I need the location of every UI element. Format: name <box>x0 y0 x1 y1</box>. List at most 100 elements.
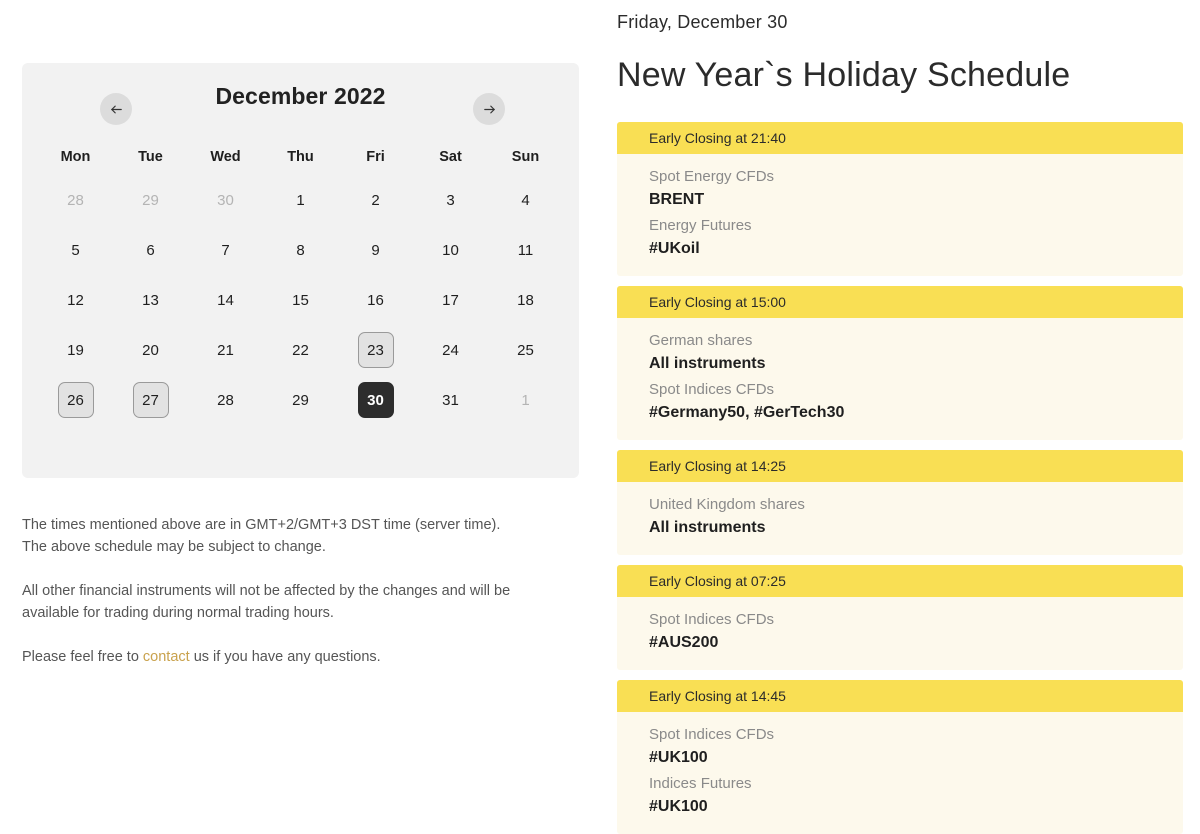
calendar-day-17[interactable]: 17 <box>433 282 469 318</box>
weekday-label: Wed <box>210 149 241 165</box>
calendar-day-26-marked[interactable]: 26 <box>57 382 94 418</box>
calendar-day-cell: 6 <box>113 232 188 268</box>
contact-link[interactable]: contact <box>143 649 190 665</box>
calendar-day-1-muted[interactable]: 1 <box>508 382 544 418</box>
schedule-entry: Spot Indices CFDs #UK100 <box>649 724 1183 769</box>
calendar-day-11[interactable]: 11 <box>508 232 544 268</box>
schedule-card-time: Early Closing at 07:25 <box>617 565 1183 597</box>
calendar-day-cell: 8 <box>263 232 338 268</box>
calendar-day-9[interactable]: 9 <box>358 232 394 268</box>
calendar-day-cell: 3 <box>413 182 488 218</box>
schedule-entry-category: Spot Indices CFDs <box>649 726 775 743</box>
previous-month-button[interactable] <box>100 93 132 125</box>
calendar-day-29-muted[interactable]: 29 <box>133 182 169 218</box>
calendar-day-20[interactable]: 20 <box>133 332 169 368</box>
calendar-day-23-marked[interactable]: 23 <box>357 332 394 368</box>
calendar-day-cell: 17 <box>413 282 488 318</box>
calendar-day-cell: 5 <box>38 232 113 268</box>
calendar-month-title: December 2022 <box>215 82 386 109</box>
calendar-day-cell: 29 <box>263 382 338 418</box>
calendar-day-2[interactable]: 2 <box>358 182 394 218</box>
calendar-day-cell: 22 <box>263 332 338 368</box>
calendar-day-5[interactable]: 5 <box>58 232 94 268</box>
calendar-day-1[interactable]: 1 <box>283 182 319 218</box>
schedule-card-time: Early Closing at 14:45 <box>617 680 1183 712</box>
calendar-day-24[interactable]: 24 <box>433 332 469 368</box>
calendar-day-13[interactable]: 13 <box>133 282 169 318</box>
calendar-day-30-muted[interactable]: 30 <box>208 182 244 218</box>
holiday-schedule-page: December 2022 Mon Tue Wed Thu Fri Sat Su… <box>0 0 1200 834</box>
calendar-panel: December 2022 Mon Tue Wed Thu Fri Sat Su… <box>22 63 579 478</box>
schedule-card-body: Spot Indices CFDs #UK100 Indices Futures #U… <box>617 712 1183 834</box>
calendar-day-cell: 23 <box>338 332 413 368</box>
schedule-entry-instrument: #AUS200 <box>649 634 719 651</box>
schedule-date: Friday, December 30 <box>617 12 788 32</box>
schedule-card: Early Closing at 14:25 United Kingdom sha… <box>617 450 1183 555</box>
calendar-day-cell: 14 <box>188 282 263 318</box>
schedule-card-body: Spot Energy CFDs BRENT Energy Futures #UKoi… <box>617 154 1183 276</box>
schedule-entry: German shares All instruments <box>649 330 1183 375</box>
schedule-entry: United Kingdom shares All instruments <box>649 494 1183 539</box>
calendar-day-27-marked[interactable]: 27 <box>132 382 169 418</box>
schedule-card: Early Closing at 15:00 German shares All i… <box>617 286 1183 440</box>
next-month-button[interactable] <box>473 93 505 125</box>
calendar-day-cell: 9 <box>338 232 413 268</box>
calendar-day-21[interactable]: 21 <box>208 332 244 368</box>
schedule-entry: Spot Indices CFDs #AUS200 <box>649 609 1183 654</box>
schedule-card-body: United Kingdom shares All instruments <box>617 482 1183 555</box>
schedule-entry-category: Indices Futures <box>649 775 752 792</box>
schedule-entry-category: Spot Indices CFDs <box>649 381 775 398</box>
calendar-day-cell: 1 <box>263 182 338 218</box>
calendar-day-31[interactable]: 31 <box>433 382 469 418</box>
calendar-day-cell: 28 <box>38 182 113 218</box>
calendar-day-cell: 10 <box>413 232 488 268</box>
arrow-left-icon <box>109 102 124 117</box>
arrow-right-icon <box>482 102 497 117</box>
notes-timezone: The times mentioned above are in GMT+2/G… <box>22 514 562 558</box>
calendar-day-3[interactable]: 3 <box>433 182 469 218</box>
calendar-day-30-selected[interactable]: 30 <box>357 382 394 418</box>
calendar-day-19[interactable]: 19 <box>58 332 94 368</box>
schedule-entry-instrument: BRENT <box>649 191 705 208</box>
calendar-column: December 2022 Mon Tue Wed Thu Fri Sat Su… <box>0 0 600 813</box>
schedule-entry-category: Spot Indices CFDs <box>649 611 775 628</box>
calendar-day-25[interactable]: 25 <box>508 332 544 368</box>
schedule-entry-instrument: All instruments <box>649 519 766 536</box>
calendar-day-cell: 18 <box>488 282 563 318</box>
weekday-label: Mon <box>60 149 91 165</box>
calendar-day-28-muted[interactable]: 28 <box>58 182 94 218</box>
calendar-day-10[interactable]: 10 <box>433 232 469 268</box>
schedule-entry-instrument: All instruments <box>649 355 766 372</box>
calendar-day-8[interactable]: 8 <box>283 232 319 268</box>
schedule-card-time: Early Closing at 21:40 <box>617 122 1183 154</box>
calendar-day-7[interactable]: 7 <box>208 232 244 268</box>
calendar-day-15[interactable]: 15 <box>283 282 319 318</box>
calendar-days-grid: 28 29 30 1 2 3 4 5 6 7 8 9 10 11 12 13 14 15 16 17 18 19 20 21 2… <box>22 182 579 418</box>
weekday-label: Sun <box>511 149 540 165</box>
weekday-label: Thu <box>287 149 314 165</box>
calendar-day-28[interactable]: 28 <box>208 382 244 418</box>
schedule-entry-category: German shares <box>649 332 753 349</box>
schedule-entry-category: United Kingdom shares <box>649 496 805 513</box>
calendar-day-29[interactable]: 29 <box>283 382 319 418</box>
calendar-day-cell: 21 <box>188 332 263 368</box>
calendar-day-cell: 11 <box>488 232 563 268</box>
calendar-day-cell: 30 <box>338 382 413 418</box>
calendar-day-18[interactable]: 18 <box>508 282 544 318</box>
calendar-day-4[interactable]: 4 <box>508 182 544 218</box>
notes-contact-suffix: us if you have any questions. <box>189 649 381 665</box>
notes-timezone-line1: The times mentioned above are in GMT+2/G… <box>22 517 501 533</box>
schedule-card-body: Spot Indices CFDs #AUS200 <box>617 597 1183 670</box>
calendar-day-22[interactable]: 22 <box>283 332 319 368</box>
calendar-day-cell: 27 <box>113 382 188 418</box>
calendar-day-6[interactable]: 6 <box>133 232 169 268</box>
notes-contact-prefix: Please feel free to <box>22 649 143 665</box>
schedule-card-time: Early Closing at 14:25 <box>617 450 1183 482</box>
calendar-day-cell: 20 <box>113 332 188 368</box>
calendar-day-14[interactable]: 14 <box>208 282 244 318</box>
notes-timezone-line2: The above schedule may be subject to cha… <box>22 539 326 555</box>
calendar-day-12[interactable]: 12 <box>58 282 94 318</box>
calendar-day-cell: 24 <box>413 332 488 368</box>
schedule-entry-instrument: #Germany50, #GerTech30 <box>649 404 845 421</box>
calendar-day-16[interactable]: 16 <box>358 282 394 318</box>
